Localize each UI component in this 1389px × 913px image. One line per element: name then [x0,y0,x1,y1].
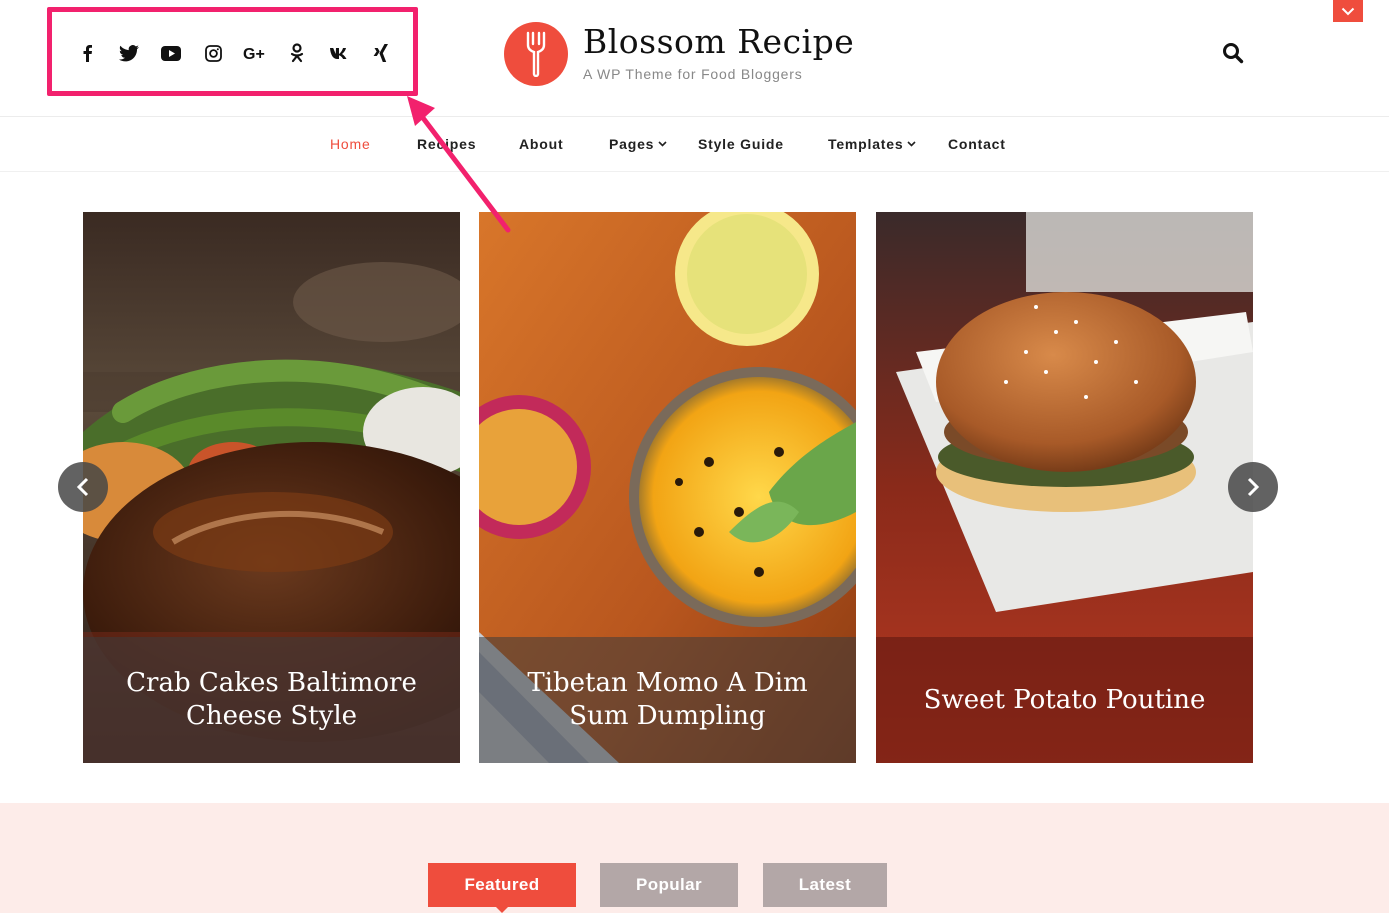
posts-tabs-section: Featured Popular Latest [0,803,1389,913]
nav-item-pages[interactable]: Pages [609,136,667,152]
annotation-highlight-box [47,7,418,96]
nav-item-style-guide[interactable]: Style Guide [698,136,784,152]
slider-next-button[interactable] [1228,462,1278,512]
slide-caption: Crab Cakes Baltimore Cheese Style [83,637,460,763]
slide-title[interactable]: Tibetan Momo A Dim Sum Dumpling [509,667,826,733]
main-navigation: Home Recipes About Pages Style Guide Tem… [0,118,1389,172]
slide-card[interactable]: Sweet Potato Poutine [876,212,1253,763]
site-title[interactable]: Blossom Recipe [583,22,854,62]
tab-popular[interactable]: Popular [600,863,738,907]
nav-item-about[interactable]: About [519,136,563,152]
chevron-down-icon [907,141,916,147]
nav-item-home[interactable]: Home [330,136,371,152]
slide-title[interactable]: Crab Cakes Baltimore Cheese Style [113,667,430,733]
nav-item-templates-label: Templates [828,136,904,152]
slider-prev-button[interactable] [58,462,108,512]
slide-title[interactable]: Sweet Potato Poutine [924,684,1206,717]
chevron-right-icon [1247,477,1260,497]
chevron-down-icon[interactable] [1333,0,1363,22]
nav-item-contact[interactable]: Contact [948,136,1006,152]
slide-caption: Sweet Potato Poutine [876,637,1253,763]
site-header: G+ Blossom Recipe A WP Theme for Food Bl… [0,0,1389,117]
slide-caption: Tibetan Momo A Dim Sum Dumpling [479,637,856,763]
search-icon[interactable] [1222,42,1246,66]
slide-card[interactable]: Tibetan Momo A Dim Sum Dumpling [479,212,856,763]
site-branding[interactable]: Blossom Recipe A WP Theme for Food Blogg… [504,22,854,86]
site-tagline: A WP Theme for Food Bloggers [583,66,803,82]
featured-slider: Crab Cakes Baltimore Cheese Style Tibeta… [0,172,1389,803]
chevron-left-icon [76,477,89,497]
tab-latest[interactable]: Latest [763,863,887,907]
fork-logo-icon [504,22,568,86]
chevron-down-icon [658,141,667,147]
tab-featured[interactable]: Featured [428,863,576,913]
nav-item-templates[interactable]: Templates [828,136,916,152]
nav-item-recipes[interactable]: Recipes [417,136,476,152]
nav-item-pages-label: Pages [609,136,655,152]
slide-card[interactable]: Crab Cakes Baltimore Cheese Style [83,212,460,763]
